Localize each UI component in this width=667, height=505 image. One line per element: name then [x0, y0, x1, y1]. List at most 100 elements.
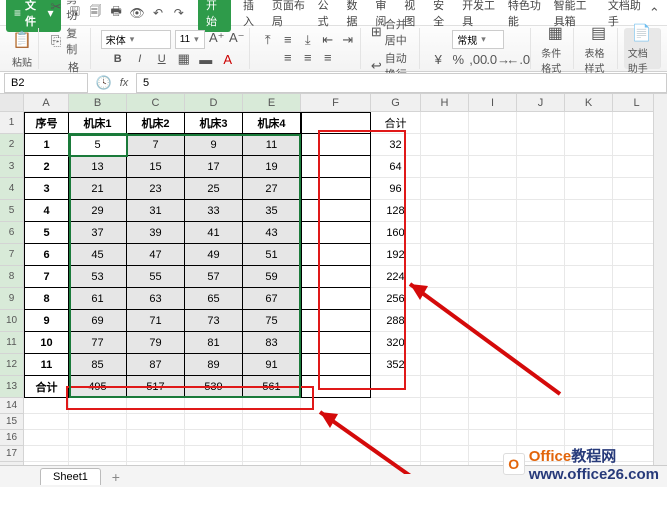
cell[interactable]: 37 — [69, 222, 127, 244]
cell[interactable]: 11 — [243, 134, 301, 156]
cell[interactable]: 11 — [24, 354, 69, 376]
menu-data[interactable]: 数据 — [347, 0, 364, 29]
cell[interactable] — [565, 178, 613, 200]
cell[interactable]: 5 — [24, 222, 69, 244]
cell[interactable]: 59 — [243, 266, 301, 288]
cell[interactable]: 49 — [185, 244, 243, 266]
cell[interactable] — [301, 200, 371, 222]
cell[interactable]: 1 — [24, 134, 69, 156]
table-style-icon[interactable]: ▤ — [587, 23, 611, 43]
sheet-tab-active[interactable]: Sheet1 — [40, 468, 101, 485]
cell[interactable]: 19 — [243, 156, 301, 178]
formula-bar[interactable]: 5 — [136, 73, 667, 93]
align-right-icon[interactable]: ≡ — [320, 50, 336, 66]
cell[interactable]: 序号 — [24, 112, 69, 134]
row-header[interactable]: 4 — [0, 178, 24, 200]
border-icon[interactable]: ▦ — [176, 51, 192, 67]
menu-home[interactable]: 开始 — [198, 0, 231, 32]
cell[interactable]: 83 — [243, 332, 301, 354]
cell[interactable]: 51 — [243, 244, 301, 266]
cell[interactable] — [421, 134, 469, 156]
name-box[interactable]: B2 — [4, 73, 88, 93]
cell[interactable] — [517, 244, 565, 266]
cell[interactable]: 63 — [127, 288, 185, 310]
cell[interactable]: 495 — [69, 376, 127, 398]
cell[interactable] — [301, 178, 371, 200]
cell[interactable]: 23 — [127, 178, 185, 200]
cell[interactable]: 4 — [24, 200, 69, 222]
cell[interactable]: 91 — [243, 354, 301, 376]
cell[interactable] — [421, 200, 469, 222]
cell[interactable] — [469, 156, 517, 178]
menu-dev-tools[interactable]: 开发工具 — [462, 0, 496, 29]
cell[interactable] — [565, 354, 613, 376]
col-header[interactable]: K — [565, 94, 613, 112]
col-header[interactable]: E — [243, 94, 301, 112]
side-panel-collapsed[interactable] — [653, 94, 667, 474]
col-header[interactable]: G — [371, 94, 421, 112]
increase-font-icon[interactable]: A⁺ — [209, 30, 225, 46]
percent-icon[interactable]: % — [450, 51, 466, 67]
col-header[interactable]: H — [421, 94, 469, 112]
row-header[interactable]: 2 — [0, 134, 24, 156]
number-format-select[interactable]: 常规 — [452, 30, 504, 49]
decrease-font-icon[interactable]: A⁻ — [229, 30, 245, 46]
cell[interactable]: 71 — [127, 310, 185, 332]
cell[interactable]: 7 — [127, 134, 185, 156]
cell[interactable]: 32 — [371, 134, 421, 156]
align-left-icon[interactable]: ≡ — [280, 50, 296, 66]
cut-button[interactable]: ✂剪切 — [49, 0, 86, 23]
cell[interactable]: 2 — [24, 156, 69, 178]
row-header[interactable]: 3 — [0, 156, 24, 178]
collapse-ribbon-icon[interactable]: ⌃ — [648, 5, 661, 21]
comma-icon[interactable]: ,00 — [470, 51, 486, 67]
row-header[interactable]: 7 — [0, 244, 24, 266]
history-icon[interactable]: 🕓 — [96, 75, 112, 91]
cell[interactable] — [69, 414, 127, 430]
cell[interactable]: 8 — [24, 288, 69, 310]
cell[interactable] — [565, 200, 613, 222]
row-header[interactable]: 17 — [0, 446, 24, 462]
merge-button[interactable]: ⊞合并居中 — [371, 16, 416, 48]
cell[interactable] — [127, 398, 185, 414]
row-header[interactable]: 12 — [0, 354, 24, 376]
cell[interactable] — [565, 414, 613, 430]
cell[interactable] — [421, 222, 469, 244]
fill-color-icon[interactable]: ▬ — [198, 51, 214, 67]
align-top-icon[interactable]: ⤒ — [260, 32, 276, 48]
cell[interactable] — [69, 398, 127, 414]
row-header[interactable]: 8 — [0, 266, 24, 288]
print-icon[interactable]: 🖶 — [109, 5, 124, 21]
cell[interactable]: 77 — [69, 332, 127, 354]
cell[interactable]: 31 — [127, 200, 185, 222]
decimal-dec-icon[interactable]: ←.0 — [510, 51, 526, 67]
paste-icon[interactable]: 📋 — [10, 28, 34, 52]
cell[interactable]: 55 — [127, 266, 185, 288]
cell[interactable] — [565, 156, 613, 178]
row-header[interactable]: 6 — [0, 222, 24, 244]
cell[interactable]: 合计 — [24, 376, 69, 398]
copy-button[interactable]: ⎘复制 — [49, 25, 86, 57]
col-header[interactable]: D — [185, 94, 243, 112]
menu-formulas[interactable]: 公式 — [318, 0, 335, 29]
cell[interactable]: 75 — [243, 310, 301, 332]
conditional-format-icon[interactable]: ▦ — [543, 23, 567, 43]
cell[interactable]: 9 — [185, 134, 243, 156]
menu-special[interactable]: 特色功能 — [508, 0, 542, 29]
cell[interactable]: 65 — [185, 288, 243, 310]
cell[interactable] — [469, 430, 517, 446]
cell[interactable] — [517, 156, 565, 178]
cell[interactable]: 41 — [185, 222, 243, 244]
cell[interactable] — [24, 446, 69, 462]
cell[interactable]: 79 — [127, 332, 185, 354]
row-header[interactable]: 1 — [0, 112, 24, 134]
cell[interactable]: 机床1 — [69, 112, 127, 134]
cell[interactable] — [517, 414, 565, 430]
cell[interactable]: 192 — [371, 244, 421, 266]
cell[interactable]: 160 — [371, 222, 421, 244]
cell[interactable]: 539 — [185, 376, 243, 398]
cell[interactable]: 43 — [243, 222, 301, 244]
cell[interactable] — [517, 178, 565, 200]
decimal-inc-icon[interactable]: .0→ — [490, 51, 506, 67]
italic-icon[interactable]: I — [132, 51, 148, 67]
